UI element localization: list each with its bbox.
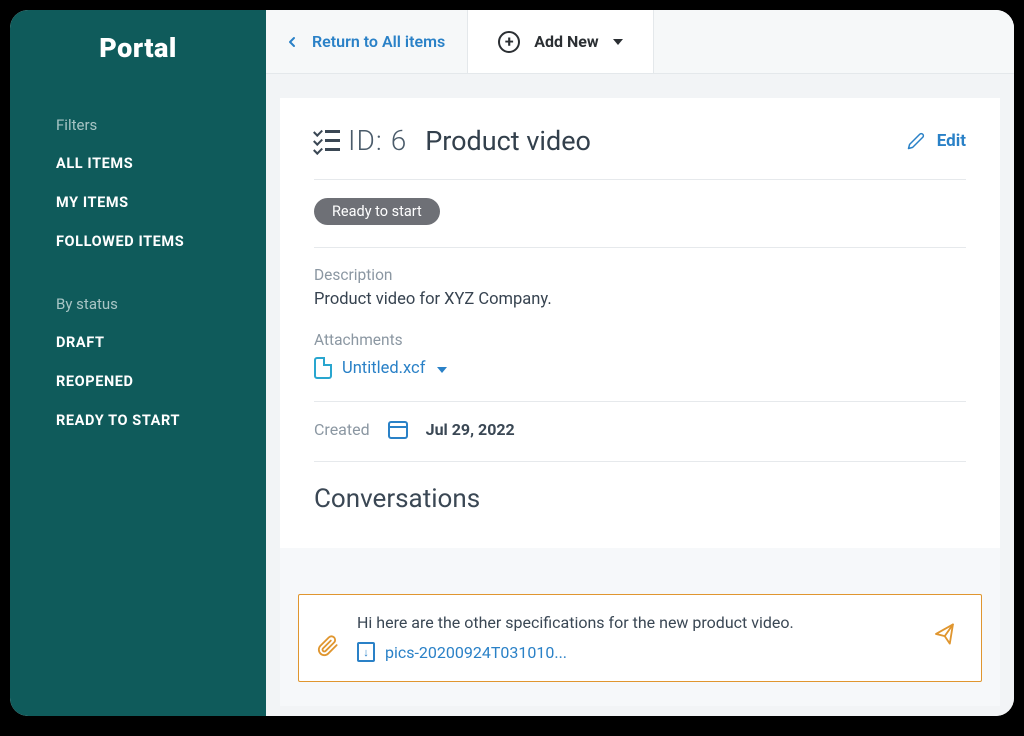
task-card: ID: 6 Product video Edit Ready to start … <box>280 98 1000 548</box>
paperclip-icon[interactable] <box>317 635 339 663</box>
file-icon <box>314 357 332 379</box>
attachment-item[interactable]: Untitled.xcf <box>314 357 966 379</box>
sidebar-filters-label: Filters <box>10 110 266 144</box>
send-button[interactable] <box>933 622 960 653</box>
description-label: Description <box>314 266 966 284</box>
sidebar-item-followed-items[interactable]: Followed Items <box>10 222 266 261</box>
edit-label: Edit <box>937 131 966 151</box>
id-prefix: ID: <box>348 124 383 157</box>
conversation-attachment[interactable]: ↓ pics-20200924T031010... <box>357 642 917 662</box>
conversations-area: Hi here are the other specifications for… <box>280 548 1000 706</box>
add-new-button[interactable]: + Add New <box>468 10 653 73</box>
task-title: Product video <box>425 125 591 157</box>
return-to-all-items-link[interactable]: Return to All items <box>266 10 468 73</box>
main-area: Return to All items + Add New <box>266 10 1014 716</box>
sidebar-item-draft[interactable]: Draft <box>10 323 266 362</box>
conversation-input-box[interactable]: Hi here are the other specifications for… <box>298 594 982 682</box>
created-row: Created Jul 29, 2022 <box>314 420 966 439</box>
divider <box>314 179 966 180</box>
edit-button[interactable]: Edit <box>907 131 966 151</box>
created-date: Jul 29, 2022 <box>426 420 515 439</box>
sidebar: Portal Filters All Items My Items Follow… <box>10 10 266 716</box>
sidebar-status-section: By status Draft Reopened Ready To Start <box>10 289 266 440</box>
sidebar-item-my-items[interactable]: My Items <box>10 183 266 222</box>
sidebar-status-label: By status <box>10 289 266 323</box>
conversation-attachment-name: pics-20200924T031010... <box>385 643 567 662</box>
attachment-filename: Untitled.xcf <box>342 359 425 378</box>
created-label: Created <box>314 420 370 439</box>
chevron-down-icon <box>613 39 623 45</box>
divider <box>314 461 966 462</box>
conversations-heading: Conversations <box>314 484 966 514</box>
attachments-label: Attachments <box>314 331 966 349</box>
status-badge: Ready to start <box>314 198 440 225</box>
sidebar-item-reopened[interactable]: Reopened <box>10 362 266 401</box>
divider <box>314 401 966 402</box>
return-link-label: Return to All items <box>312 32 445 51</box>
calendar-icon <box>388 421 408 439</box>
sidebar-item-ready-to-start[interactable]: Ready To Start <box>10 401 266 440</box>
topbar: Return to All items + Add New <box>266 10 1014 74</box>
divider <box>314 247 966 248</box>
conversation-message-text: Hi here are the other specifications for… <box>357 613 917 632</box>
file-download-icon: ↓ <box>357 642 375 662</box>
pencil-icon <box>907 132 925 150</box>
task-id: ID: 6 <box>314 124 407 157</box>
sidebar-item-all-items[interactable]: All Items <box>10 144 266 183</box>
task-title-row: ID: 6 Product video Edit <box>314 124 966 157</box>
brand-logo: Portal <box>10 10 266 82</box>
sidebar-filters-section: Filters All Items My Items Followed Item… <box>10 110 266 261</box>
chevron-down-icon <box>437 367 447 373</box>
add-new-label: Add New <box>534 32 598 51</box>
chevron-left-icon <box>284 34 300 50</box>
description-text: Product video for XYZ Company. <box>314 290 966 309</box>
checklist-icon <box>314 129 340 153</box>
plus-circle-icon: + <box>498 31 520 53</box>
id-value: 6 <box>391 124 408 157</box>
